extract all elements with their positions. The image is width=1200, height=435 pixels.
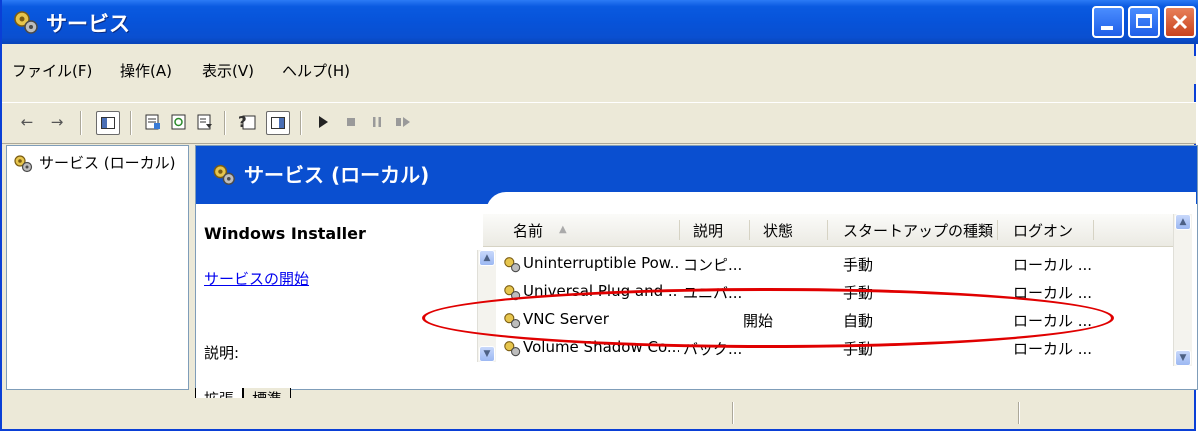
sort-ascending-icon: ▲ xyxy=(559,224,567,235)
service-row[interactable]: Volume Shadow Co... バック... 手動 ローカル ... xyxy=(483,334,1173,362)
service-logon-cell: ローカル ... xyxy=(1013,284,1093,302)
service-row[interactable]: Universal Plug and ... ユニバ... 手動 ローカル ..… xyxy=(483,278,1173,306)
status-divider xyxy=(732,402,734,424)
gear-service-icon xyxy=(504,313,521,329)
service-logon-cell: ローカル ... xyxy=(1013,340,1093,358)
gear-service-icon xyxy=(504,285,521,301)
column-name[interactable]: 名前 xyxy=(513,220,543,241)
tree-item-label: サービス (ローカル) xyxy=(39,154,176,172)
list-outer-scrollbar[interactable]: ▲ ▼ xyxy=(1173,214,1192,366)
service-name-cell: Universal Plug and ... xyxy=(523,282,679,300)
console-tree-pane: サービス (ローカル) xyxy=(6,145,189,390)
close-icon xyxy=(1172,14,1188,30)
column-logon[interactable]: ログオン xyxy=(1013,220,1073,241)
toolbar-separator xyxy=(300,111,302,135)
service-logon-cell: ローカル ... xyxy=(1013,312,1093,330)
service-logon-cell: ローカル ... xyxy=(1013,256,1093,274)
service-startup-cell: 手動 xyxy=(843,340,874,358)
toolbar-separator xyxy=(80,111,82,135)
services-window: サービス ファイル(F) 操作(A) 表示(V) ヘルプ(H) ← → ? サー… xyxy=(0,0,1198,431)
toolbar: ← → ? xyxy=(2,102,1196,144)
service-startup-cell: 手動 xyxy=(843,256,874,274)
stop-service-icon[interactable] xyxy=(340,111,362,133)
service-startup-cell: 自動 xyxy=(843,312,874,330)
column-startup-type[interactable]: スタートアップの種類 xyxy=(843,220,993,241)
description-label: 説明: xyxy=(204,344,240,362)
service-status-cell: 開始 xyxy=(743,312,774,330)
column-divider[interactable] xyxy=(827,220,828,240)
status-divider xyxy=(1018,402,1020,424)
status-bar xyxy=(6,398,1194,428)
help-icon[interactable]: ? xyxy=(236,111,258,133)
toolbar-separator xyxy=(224,111,226,135)
export-list-icon[interactable] xyxy=(194,111,216,133)
title-bar[interactable]: サービス xyxy=(2,0,1198,44)
service-name-cell: Volume Shadow Co... xyxy=(523,338,679,356)
start-service-icon[interactable] xyxy=(312,111,334,133)
gear-service-icon xyxy=(213,164,235,185)
menu-file[interactable]: ファイル(F) xyxy=(12,60,92,81)
gear-service-icon xyxy=(504,341,521,357)
show-action-pane-icon[interactable] xyxy=(266,111,290,135)
details-pane: サービス (ローカル) Windows Installer サービスの開始 説明… xyxy=(195,145,1198,390)
properties-icon[interactable] xyxy=(142,111,164,133)
list-inner-scrollbar[interactable]: ▲ ▼ xyxy=(477,250,496,362)
scroll-down-icon[interactable]: ▼ xyxy=(479,346,495,362)
service-row[interactable]: Uninterruptible Pow... コンピ... 手動 ローカル ..… xyxy=(483,250,1173,278)
column-status[interactable]: 状態 xyxy=(763,220,793,241)
selected-service-name: Windows Installer xyxy=(204,224,366,243)
pause-service-icon[interactable] xyxy=(366,111,388,133)
minimize-icon xyxy=(1101,26,1113,30)
service-row[interactable]: VNC Server 開始 自動 ローカル ... xyxy=(483,306,1173,334)
maximize-icon xyxy=(1136,14,1152,28)
column-divider[interactable] xyxy=(997,220,998,240)
service-name-cell: Uninterruptible Pow... xyxy=(523,254,679,272)
service-desc-cell: バック... xyxy=(683,340,743,358)
maximize-button[interactable] xyxy=(1128,6,1160,38)
gear-service-icon xyxy=(14,154,33,172)
show-hide-console-tree-icon[interactable] xyxy=(96,111,120,135)
restart-service-icon[interactable] xyxy=(392,111,414,133)
back-arrow-icon[interactable]: ← xyxy=(16,111,38,133)
refresh-icon[interactable] xyxy=(168,111,190,133)
menu-action[interactable]: 操作(A) xyxy=(120,60,172,81)
gear-service-icon xyxy=(14,11,38,34)
svg-text:?: ? xyxy=(238,113,247,131)
forward-arrow-icon[interactable]: → xyxy=(46,111,68,133)
header-curve xyxy=(486,192,1196,212)
services-list: 名前 ▲ 説明 状態 スタートアップの種類 ログオン Uninterruptib… xyxy=(477,210,1195,372)
column-divider[interactable] xyxy=(679,220,680,240)
service-startup-cell: 手動 xyxy=(843,284,874,302)
menu-help[interactable]: ヘルプ(H) xyxy=(282,60,350,81)
service-name-cell: VNC Server xyxy=(523,310,609,328)
window-title: サービス xyxy=(46,12,130,36)
minimize-button[interactable] xyxy=(1092,6,1124,38)
toolbar-separator xyxy=(130,111,132,135)
list-column-header: 名前 ▲ 説明 状態 スタートアップの種類 ログオン xyxy=(483,214,1173,247)
service-desc-cell: コンピ... xyxy=(683,256,743,274)
menu-bar: ファイル(F) 操作(A) 表示(V) ヘルプ(H) xyxy=(2,56,1196,84)
column-description[interactable]: 説明 xyxy=(693,220,723,241)
service-desc-cell: ユニバ... xyxy=(683,284,743,302)
tree-item-services-local[interactable]: サービス (ローカル) xyxy=(13,152,175,173)
start-service-link[interactable]: サービスの開始 xyxy=(204,268,309,289)
close-button[interactable] xyxy=(1164,6,1196,38)
menu-view[interactable]: 表示(V) xyxy=(202,60,254,81)
scroll-up-icon[interactable]: ▲ xyxy=(479,250,495,266)
gear-service-icon xyxy=(504,257,521,273)
column-divider[interactable] xyxy=(1093,220,1094,240)
scroll-up-icon[interactable]: ▲ xyxy=(1175,214,1191,230)
details-header-title: サービス (ローカル) xyxy=(244,163,430,187)
scroll-down-icon[interactable]: ▼ xyxy=(1175,350,1191,366)
column-divider[interactable] xyxy=(749,220,750,240)
